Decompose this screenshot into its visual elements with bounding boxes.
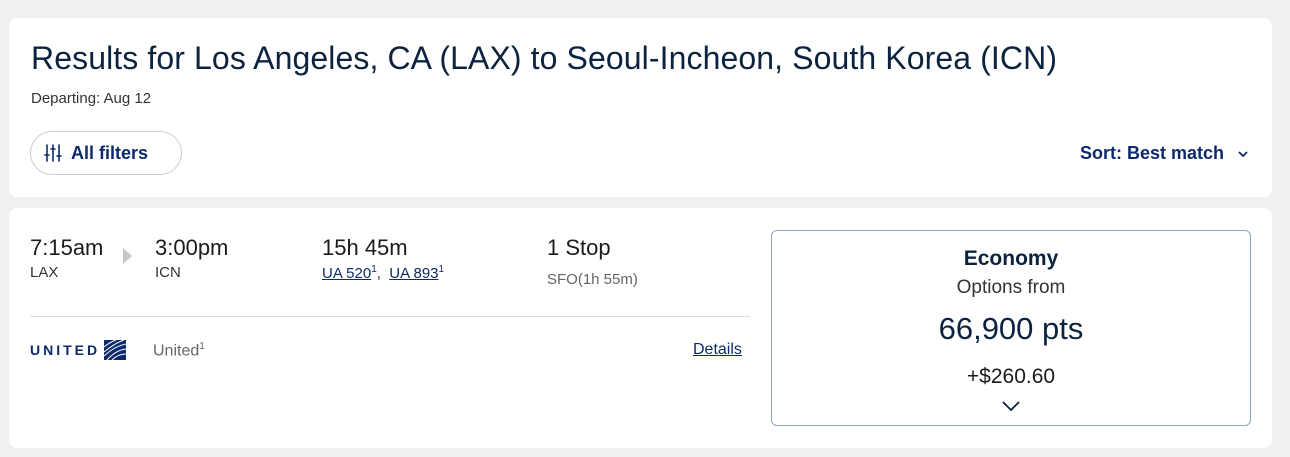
sort-label: Sort: Best match — [1079, 143, 1224, 163]
page-title: Results for Los Angeles, CA (LAX) to Seo… — [31, 40, 1058, 76]
flight-duration: 15h 45m — [322, 235, 408, 260]
sliders-icon — [44, 144, 62, 162]
flight-link-ua520[interactable]: UA 520 — [322, 265, 371, 282]
all-filters-label: All filters — [71, 142, 149, 163]
fare-cabin: Economy — [963, 247, 1059, 270]
divider — [30, 316, 750, 317]
depart-airport: LAX — [30, 264, 59, 281]
united-logo: UNITED — [30, 340, 127, 360]
united-wordmark: UNITED — [30, 342, 101, 358]
search-header-card: Results for Los Angeles, CA (LAX) to Seo… — [9, 18, 1272, 197]
arrive-time: 3:00pm — [155, 235, 229, 260]
fare-from-label: Options from — [956, 277, 1066, 298]
layover-info: SFO(1h 55m) — [547, 271, 638, 288]
depart-time: 7:15am — [30, 235, 104, 260]
airline-name: United1 — [153, 341, 205, 360]
fare-points: 66,900 pts — [938, 311, 1084, 346]
economy-fare-option[interactable]: Economy Options from 66,900 pts +$260.60 — [771, 230, 1251, 426]
globe-icon — [104, 340, 127, 360]
flight-numbers: UA 5201, UA 8931 — [322, 264, 445, 282]
departing-date: Departing: Aug 12 — [31, 90, 152, 107]
all-filters-button[interactable]: All filters — [30, 131, 182, 175]
chevron-down-icon[interactable] — [1001, 399, 1021, 413]
fare-cash: +$260.60 — [966, 365, 1056, 388]
flight-result-card: 7:15am LAX 3:00pm ICN 15h 45m UA 5201, U… — [9, 208, 1272, 448]
arrow-right-icon — [123, 248, 132, 264]
flight-link-ua893[interactable]: UA 893 — [389, 265, 438, 282]
arrive-airport: ICN — [155, 264, 181, 281]
details-link[interactable]: Details — [693, 341, 742, 359]
sort-dropdown[interactable]: Sort: Best match — [1080, 143, 1250, 164]
stop-count: 1 Stop — [547, 235, 611, 260]
chevron-down-icon — [1238, 150, 1248, 157]
